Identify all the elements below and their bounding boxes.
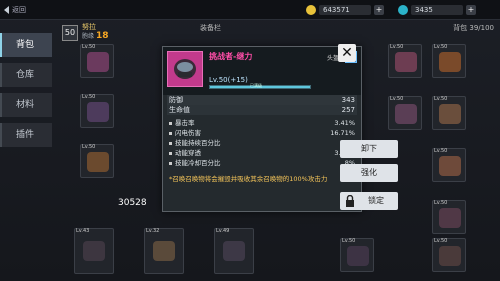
close-icon: ✕: [341, 45, 353, 61]
lock-label: 锁定: [368, 196, 384, 205]
popup-header: 挑战者-继力 头盔 E Lv.50(+15) 已满级: [163, 47, 361, 95]
item-helmet-icon: [167, 51, 203, 87]
inventory-slot[interactable]: Lv.50: [388, 96, 422, 130]
close-button[interactable]: ✕: [338, 44, 356, 62]
item-level: Lv.50(+15): [209, 76, 248, 84]
gun-icon: [153, 241, 175, 261]
unequip-button[interactable]: 卸下: [340, 140, 398, 158]
tab-plugins[interactable]: 插件: [0, 123, 52, 147]
equip-slot-label: 装备栏: [200, 24, 221, 32]
weapon-icon: [87, 152, 109, 172]
equip-slot[interactable]: Lv.50: [80, 144, 114, 178]
sub-stat-row: 暴击率 3.41%: [169, 119, 355, 128]
tab-bag[interactable]: 背包: [0, 33, 52, 57]
back-label: 返回: [12, 6, 26, 14]
sub-stat-row: 动能穿透3.80%: [169, 149, 355, 158]
equip-slot[interactable]: Lv.50: [80, 94, 114, 128]
sub-stat-row: 技能持续百分比8%: [169, 139, 355, 148]
gold-value: 643571: [319, 5, 371, 15]
armor-icon: [87, 102, 109, 122]
inventory-slot[interactable]: Lv.32: [144, 228, 184, 274]
hero-sub-value: 18: [95, 31, 109, 41]
tab-materials[interactable]: 材料: [0, 93, 52, 117]
crystal-icon: [398, 5, 408, 15]
inventory-slot[interactable]: Lv.50: [432, 96, 466, 130]
right-header: 装备栏 背包 39/100: [200, 22, 494, 34]
gun-icon: [83, 241, 105, 261]
helmet-icon: [439, 52, 461, 72]
main-stat-row: 生命值 257: [167, 105, 357, 115]
helmet-icon: [395, 52, 417, 72]
inventory-screen: 返回 643571 + 3435 + 50 努拉 胞缘 18 装备栏 背包 39…: [0, 0, 500, 281]
helmet-icon: [87, 52, 109, 72]
inventory-slot[interactable]: Lv.50: [432, 44, 466, 78]
bag-count: 背包 39/100: [453, 24, 494, 32]
inventory-slot[interactable]: Lv.50: [388, 44, 422, 78]
inventory-slot[interactable]: Lv.50: [432, 148, 466, 182]
power-box: 30528: [84, 190, 168, 212]
hero-level: 50: [62, 25, 78, 41]
back-button[interactable]: 返回: [4, 3, 26, 17]
crystal-value: 3435: [411, 5, 463, 15]
top-bar: 返回 643571 + 3435 +: [0, 0, 500, 20]
helmet-icon: [439, 208, 461, 228]
power-value: 30528: [118, 198, 147, 208]
gun-icon: [347, 246, 369, 266]
inventory-slot[interactable]: Lv.43: [74, 228, 114, 274]
equip-slot[interactable]: Lv.50: [80, 44, 114, 78]
inventory-slot[interactable]: Lv.50: [432, 238, 466, 272]
armor-icon: [439, 104, 461, 124]
armor-icon: [395, 104, 417, 124]
add-gold-button[interactable]: +: [374, 5, 384, 15]
gold-currency: 643571 +: [306, 4, 384, 16]
tab-warehouse[interactable]: 仓库: [0, 63, 52, 87]
sub-stat-row: 闪电伤害 16.71%: [169, 129, 355, 138]
sub-stat-row: 技能冷却百分比 8%: [169, 159, 355, 168]
item-name: 挑战者-继力: [209, 52, 253, 61]
inventory-slot[interactable]: Lv.49: [214, 228, 254, 274]
gun-icon: [439, 246, 461, 266]
hero-sub: 胞缘 18: [82, 31, 108, 41]
lock-icon: [346, 195, 354, 207]
crystal-currency: 3435 +: [398, 4, 476, 16]
sidebar: 背包 仓库 材料 插件: [0, 33, 54, 153]
inventory-slot[interactable]: Lv.50: [432, 200, 466, 234]
upgrade-button[interactable]: 强化: [340, 164, 398, 182]
lock-button[interactable]: 锁定: [340, 192, 398, 210]
main-stat-row: 防御 343: [167, 95, 357, 105]
hero-sub-label: 胞缘: [82, 33, 95, 40]
level-bar-text: 已满级: [250, 83, 262, 88]
item-description: *召唤召唤物将会摧毁并吸收其余召唤物的100%攻击力: [169, 175, 328, 183]
armor-icon: [439, 156, 461, 176]
gun-icon: [223, 241, 245, 261]
item-level-bar: 已满级: [209, 83, 311, 89]
gold-coin-icon: [306, 5, 316, 15]
back-arrow-icon: [4, 6, 9, 14]
add-crystal-button[interactable]: +: [466, 5, 476, 15]
inventory-slot[interactable]: Lv.50: [340, 238, 374, 272]
item-detail-popup: 挑战者-继力 头盔 E Lv.50(+15) 已满级 防御 343 生命值 25…: [162, 46, 362, 212]
